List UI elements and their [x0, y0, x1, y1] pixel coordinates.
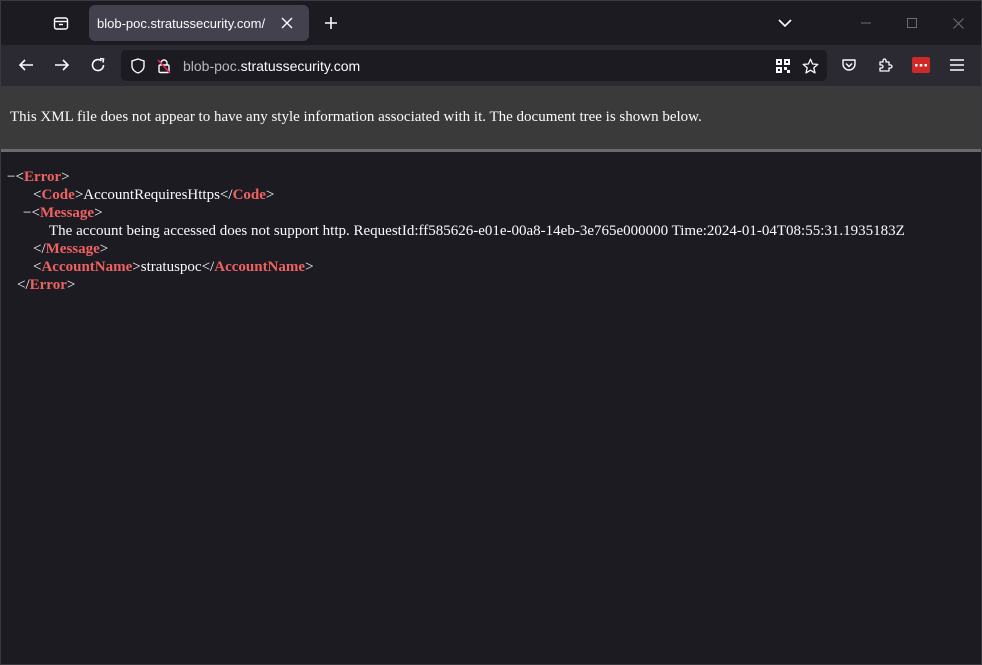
tag-name: Message — [39, 205, 95, 221]
tag-name: Code — [232, 187, 266, 203]
page-content: This XML file does not appear to have an… — [1, 86, 981, 664]
forward-button[interactable] — [47, 50, 77, 80]
tag-name: Error — [23, 169, 62, 185]
tab-list-button[interactable] — [45, 7, 77, 39]
reload-button[interactable] — [83, 50, 113, 80]
pocket-icon — [842, 59, 856, 71]
url-domain: stratussecurity.com — [240, 57, 361, 74]
navigation-toolbar: blob-poc.stratussecurity.com — [1, 45, 981, 86]
chevron-down-icon — [778, 19, 792, 28]
tag-name: AccountName — [214, 259, 306, 275]
tab-active[interactable]: blob-poc.stratussecurity.com/ — [89, 5, 309, 41]
maximize-icon — [907, 18, 917, 28]
extensions-button[interactable] — [870, 50, 900, 80]
xml-message-text: The account being accessed does not supp… — [1, 222, 981, 240]
reload-icon — [91, 57, 105, 72]
tag-name: Error — [29, 277, 67, 293]
minimize-icon — [861, 22, 871, 24]
back-button[interactable] — [11, 50, 41, 80]
tab-strip: blob-poc.stratussecurity.com/ — [1, 1, 981, 45]
window-close-button[interactable] — [935, 1, 981, 45]
code-value: AccountRequiresHttps — [83, 187, 220, 203]
url-text[interactable]: blob-poc.stratussecurity.com — [183, 58, 360, 74]
forward-arrow-icon — [55, 59, 70, 71]
xml-tree: −<Error> <Code>AccountRequiresHttps</Cod… — [1, 152, 981, 294]
xml-message-open: −<Message> — [23, 205, 103, 221]
list-all-tabs-button[interactable] — [771, 9, 799, 37]
password-manager-icon — [912, 57, 930, 73]
minimize-button[interactable] — [843, 1, 889, 45]
tab-title: blob-poc.stratussecurity.com/ — [97, 15, 266, 31]
tracking-protection-button[interactable] — [127, 55, 149, 77]
new-tab-button[interactable] — [317, 9, 345, 37]
url-bar[interactable]: blob-poc.stratussecurity.com — [121, 50, 827, 81]
addon-button[interactable] — [906, 50, 936, 80]
app-menu-button[interactable] — [942, 50, 972, 80]
tab-list-icon — [53, 17, 69, 30]
tag-name: Code — [41, 187, 75, 203]
pocket-button[interactable] — [834, 50, 864, 80]
xml-code-element: <Code>AccountRequiresHttps</Code> — [33, 187, 275, 203]
xml-notice-text: This XML file does not appear to have an… — [10, 109, 702, 125]
star-icon — [802, 58, 818, 74]
bookmark-button[interactable] — [798, 54, 822, 78]
xml-message-close: </Message> — [33, 241, 109, 257]
window-close-icon — [952, 17, 964, 29]
puzzle-icon — [879, 58, 893, 72]
insecure-lock-icon — [157, 58, 171, 74]
tag-name: Message — [45, 241, 100, 257]
back-arrow-icon — [18, 59, 33, 71]
xml-error-open: −<Error> — [7, 169, 70, 185]
hamburger-menu-icon — [950, 59, 964, 71]
shield-icon — [131, 57, 145, 74]
close-icon — [281, 17, 293, 29]
qr-code-button[interactable] — [771, 54, 795, 78]
tab-close-button[interactable] — [277, 13, 297, 33]
maximize-button[interactable] — [889, 1, 935, 45]
qr-code-icon — [776, 59, 790, 73]
browser-window: blob-poc.stratussecurity.com/ blob-poc.s… — [0, 0, 982, 665]
xml-error-close: </Error> — [17, 277, 76, 293]
message-value: The account being accessed does not supp… — [49, 223, 905, 239]
account-name-value: stratuspoc — [140, 259, 202, 275]
url-subdomain: blob-poc. — [183, 57, 241, 74]
tag-name: AccountName — [41, 259, 133, 275]
site-info-button[interactable] — [153, 55, 175, 77]
plus-icon — [325, 17, 337, 29]
xml-style-notice: This XML file does not appear to have an… — [1, 86, 981, 152]
xml-account-name-element: <AccountName>stratuspoc</AccountName> — [33, 259, 314, 275]
